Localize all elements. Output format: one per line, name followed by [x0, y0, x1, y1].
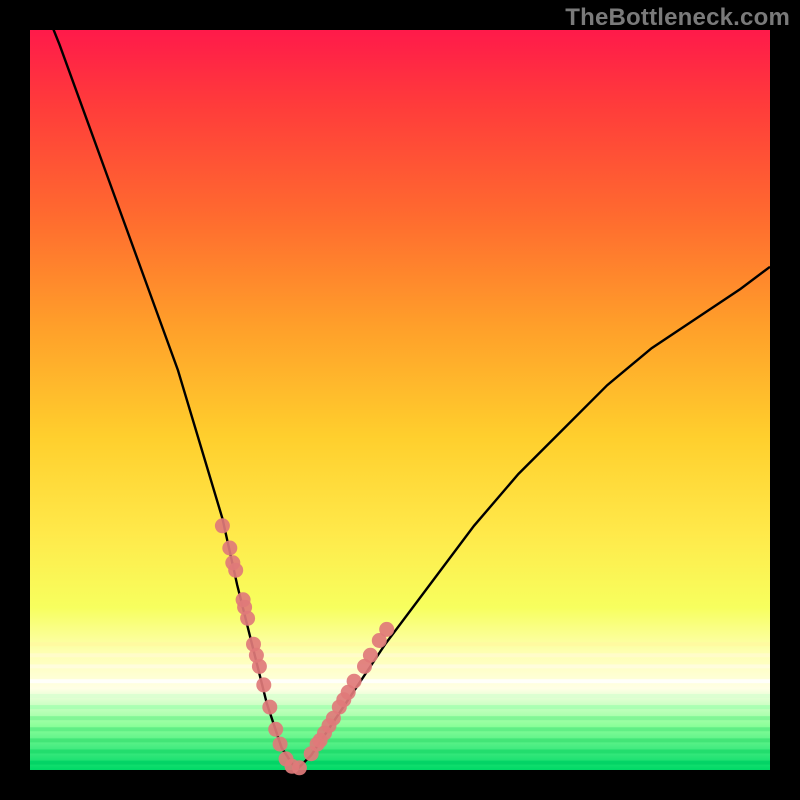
watermark-text: TheBottleneck.com — [565, 4, 790, 32]
scatter-dot — [252, 659, 267, 674]
gradient-strip — [30, 664, 770, 668]
gradient-strip — [30, 705, 770, 709]
scatter-dot — [273, 737, 288, 752]
scatter-dot — [215, 518, 230, 533]
chart-svg — [30, 30, 770, 770]
scatter-dot — [222, 541, 237, 556]
scatter-dot — [347, 674, 362, 689]
scatter-dot — [240, 611, 255, 626]
scatter-dot — [379, 622, 394, 637]
scatter-dots — [215, 518, 394, 775]
gradient-strip — [30, 694, 770, 698]
scatter-dot — [256, 677, 271, 692]
gradient-strip — [30, 653, 770, 657]
scatter-dot — [228, 563, 243, 578]
gradient-strip — [30, 738, 770, 742]
plot-area — [30, 30, 770, 770]
scatter-dot — [292, 760, 307, 775]
gradient-strip — [30, 727, 770, 731]
gradient-strip — [30, 679, 770, 683]
gradient-strips — [30, 642, 770, 764]
chart-frame: TheBottleneck.com — [0, 0, 800, 800]
gradient-strip — [30, 750, 770, 754]
gradient-strip — [30, 761, 770, 765]
gradient-strip — [30, 642, 770, 646]
scatter-dot — [262, 700, 277, 715]
gradient-strip — [30, 716, 770, 720]
scatter-dot — [268, 722, 283, 737]
scatter-dot — [363, 648, 378, 663]
